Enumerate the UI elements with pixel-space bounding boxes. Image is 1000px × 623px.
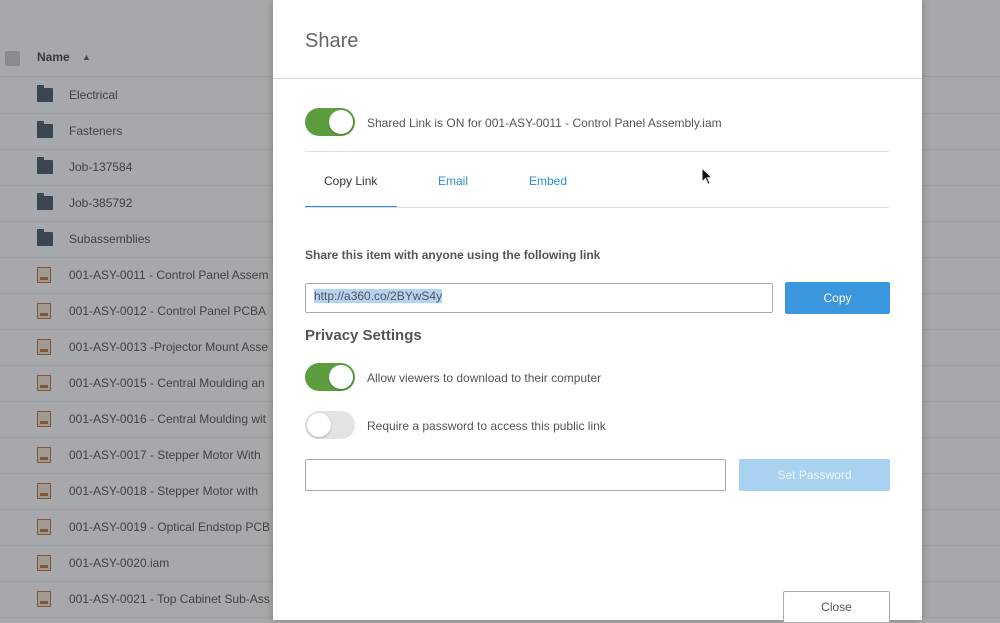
share-instruction: Share this item with anyone using the fo… bbox=[305, 248, 601, 262]
allow-download-label: Allow viewers to download to their compu… bbox=[367, 371, 602, 385]
require-password-label: Require a password to access this public… bbox=[367, 419, 606, 433]
toggle-knob bbox=[307, 413, 331, 437]
tabs-divider bbox=[305, 207, 889, 208]
tab-copy-link[interactable]: Copy Link bbox=[324, 174, 377, 188]
title-divider bbox=[273, 78, 922, 79]
privacy-settings-heading: Privacy Settings bbox=[305, 327, 422, 344]
copy-button[interactable]: Copy bbox=[785, 282, 890, 314]
require-password-toggle[interactable] bbox=[305, 411, 355, 439]
shared-link-toggle[interactable] bbox=[305, 108, 355, 136]
tab-embed[interactable]: Embed bbox=[529, 174, 567, 188]
share-link-text: http://a360.co/2BYwS4y bbox=[314, 289, 443, 303]
dialog-title: Share bbox=[305, 30, 359, 52]
toggle-knob bbox=[329, 110, 353, 134]
tab-email[interactable]: Email bbox=[438, 174, 468, 188]
divider bbox=[305, 151, 889, 152]
share-dialog: Share Shared Link is ON for 001-ASY-0011… bbox=[273, 0, 922, 623]
allow-download-toggle[interactable] bbox=[305, 363, 355, 391]
toggle-knob bbox=[329, 365, 353, 389]
set-password-button[interactable]: Set Password bbox=[739, 459, 890, 491]
shared-link-status: Shared Link is ON for 001-ASY-0011 - Con… bbox=[367, 116, 722, 130]
share-link-input[interactable]: http://a360.co/2BYwS4y bbox=[305, 283, 773, 313]
mouse-cursor-icon bbox=[701, 167, 714, 186]
close-button[interactable]: Close bbox=[783, 591, 890, 623]
password-input[interactable] bbox=[305, 459, 726, 491]
